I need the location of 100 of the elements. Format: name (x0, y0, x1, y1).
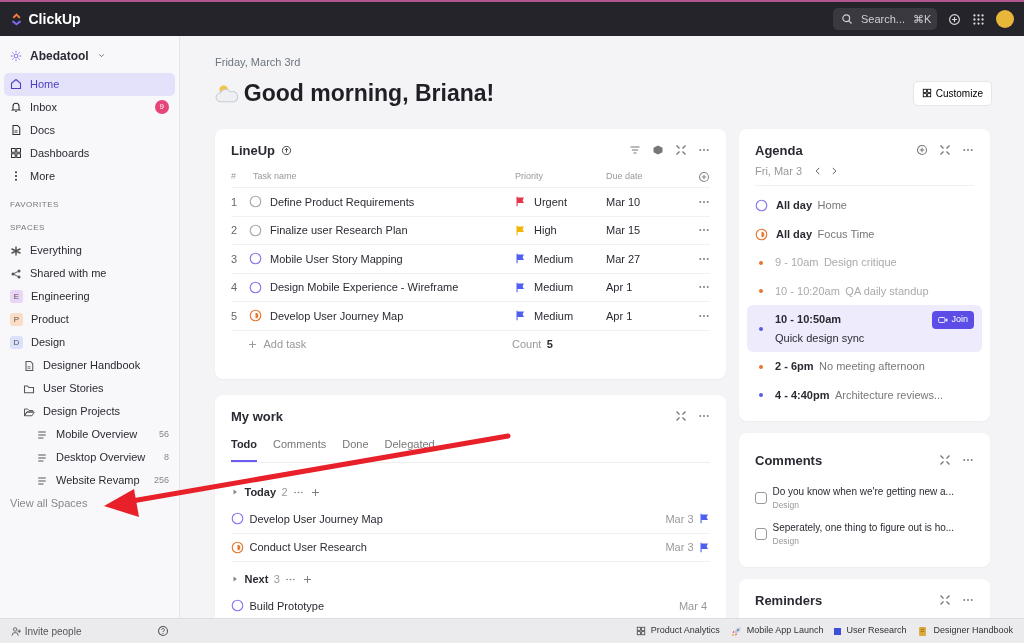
sidebar-item[interactable]: Everything (4, 239, 175, 262)
status-icon[interactable] (249, 195, 262, 209)
column-header: # (231, 169, 237, 183)
comment-text: Seperately, one thing to figure out is ho... (772, 520, 955, 535)
agenda-event[interactable]: 4 - 4:40pm Architecture reviews... (747, 380, 982, 410)
agenda-event[interactable]: 2 - 6pm No meeting afternoon (747, 352, 982, 381)
card-title: Agenda (755, 141, 803, 160)
help-icon[interactable] (157, 625, 169, 637)
status-icon[interactable] (231, 599, 244, 613)
sidebar-item[interactable]: User Stories (4, 377, 175, 400)
sidebar-item[interactable]: Home (4, 72, 175, 96)
pinned-item[interactable]: Product Analytics (635, 624, 720, 638)
expand-icon[interactable] (939, 144, 951, 157)
workspace-icon (10, 49, 22, 62)
bell-icon (10, 101, 22, 113)
sidebar-item[interactable]: Design Projects (4, 400, 175, 423)
pinned-item[interactable]: User Research (834, 624, 907, 638)
grid-icon (921, 88, 932, 99)
due-date: Mar 10 (606, 194, 641, 210)
add-column-icon[interactable] (698, 170, 710, 183)
search-icon (841, 13, 853, 25)
avatar[interactable] (996, 10, 1014, 28)
column-header: Priority (515, 169, 544, 183)
app-logo-text: ClickUp (28, 9, 81, 29)
agenda-event[interactable]: 10 - 10:50am Quick design sync Join (747, 305, 982, 353)
checkbox[interactable] (755, 527, 767, 540)
checkbox[interactable] (755, 491, 767, 504)
due-date: Mar 3 (665, 540, 694, 555)
sidebar-item[interactable]: Desktop Overview 8 (4, 446, 175, 469)
document-icon (917, 625, 929, 637)
sidebar-item[interactable]: D Design (4, 331, 175, 354)
greeting-heading: Good morning, Briana! (243, 79, 495, 108)
video-icon (938, 315, 949, 325)
task-name: Design Mobile Experience - Wireframe (270, 280, 460, 295)
row-number: 2 (231, 223, 239, 238)
status-icon[interactable] (249, 223, 262, 237)
sidebar-item[interactable]: E Engineering (4, 285, 175, 308)
status-icon[interactable] (249, 252, 262, 266)
date-label: Fri, Mar 3 (755, 163, 803, 179)
task-name: Conduct User Research (249, 540, 367, 555)
sidebar-item[interactable]: Dashboards (4, 141, 175, 165)
group-count: 2 (281, 484, 288, 500)
comment-text: Do you know when we're getting new a... (772, 485, 954, 499)
asterisk-icon (10, 244, 22, 257)
sidebar-item[interactable]: Shared with me (4, 262, 175, 285)
sidebar-item[interactable]: Designer Handbook (4, 354, 175, 377)
tab[interactable]: Comments (273, 431, 327, 462)
status-icon[interactable] (231, 540, 244, 554)
section-heading: FAVORITES (9, 198, 60, 211)
sidebar-item[interactable]: Inbox 9 (4, 95, 175, 119)
search-field[interactable]: Search... ⌘K (833, 7, 937, 31)
priority-label: Medium (534, 251, 575, 267)
invite-button[interactable]: Invite people (11, 623, 82, 639)
card-title: My work (231, 407, 283, 426)
expand-icon[interactable] (675, 144, 687, 157)
item-count: 56 (159, 427, 169, 441)
pinned-item[interactable]: Mobile App Launch (730, 624, 824, 638)
caret-icon[interactable] (231, 488, 239, 496)
logo-icon (10, 12, 23, 26)
cube-icon[interactable] (652, 144, 664, 157)
sidebar-item[interactable]: P Product (4, 308, 175, 331)
task-name: Build Prototype (249, 598, 325, 614)
sidebar-item[interactable]: Website Revamp 256 (4, 469, 175, 492)
sidebar-item[interactable]: Mobile Overview 56 (4, 423, 175, 446)
task-name: Develop User Journey Map (270, 308, 405, 324)
invite-icon (11, 625, 22, 637)
item-count: 8 (164, 450, 169, 464)
group-count: 3 (273, 571, 280, 587)
filter-icon[interactable] (629, 144, 641, 157)
customize-button[interactable]: Customize (912, 80, 992, 106)
count-label: Count (512, 337, 542, 353)
task-name: Finalize user Research Plan (270, 223, 409, 238)
pinned-item[interactable]: Designer Handbook (917, 624, 1013, 638)
card-title: Comments (755, 451, 823, 470)
sidebar-item[interactable]: More (4, 164, 175, 188)
space-label: Design (772, 499, 800, 512)
expand-icon[interactable] (939, 454, 951, 467)
status-icon[interactable] (231, 512, 244, 526)
home-icon (10, 78, 22, 90)
status-icon[interactable] (249, 280, 262, 294)
agenda-event[interactable]: All day Home (747, 191, 982, 220)
caret-icon[interactable] (231, 575, 239, 583)
task-name: Develop User Journey Map (249, 511, 383, 527)
tab[interactable]: Todo (231, 431, 258, 462)
sidebar-item[interactable]: Docs (4, 118, 175, 142)
agenda-event[interactable]: All day Focus Time (747, 219, 982, 249)
item-count: 256 (153, 473, 169, 487)
list-icon (36, 428, 48, 441)
workspace-switcher[interactable]: Abedatool (4, 44, 175, 67)
status-icon[interactable] (249, 309, 262, 323)
count-badge: 9 (154, 100, 169, 114)
priority-label: Urgent (534, 194, 569, 210)
apps-icon[interactable] (972, 12, 985, 26)
tab[interactable]: Delegated (384, 431, 435, 462)
expand-icon[interactable] (939, 594, 951, 607)
space-avatar: P (10, 313, 23, 326)
expand-icon[interactable] (675, 410, 687, 423)
chevron-icon (96, 51, 106, 60)
join-button[interactable]: Join (932, 311, 974, 329)
tab[interactable]: Done (342, 431, 369, 462)
